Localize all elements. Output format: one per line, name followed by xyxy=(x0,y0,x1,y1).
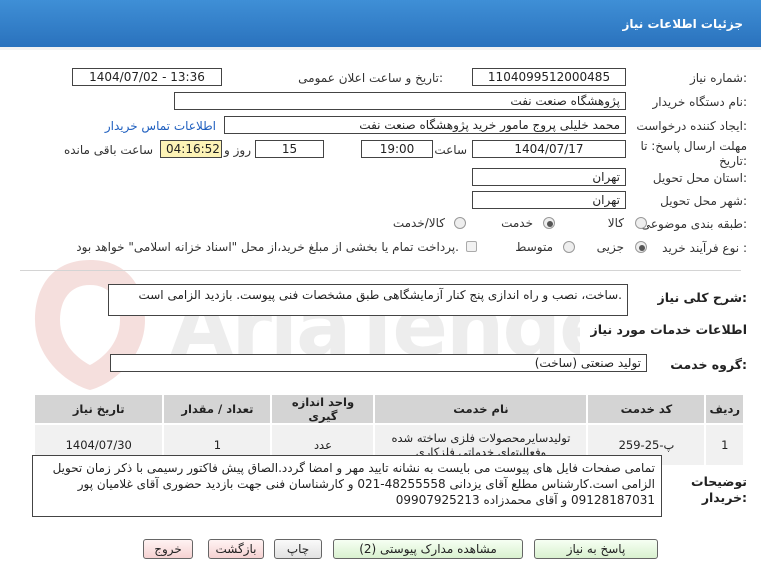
deadline-date-field: 1404/07/17 xyxy=(472,140,626,158)
process-label: نوع فرآیند خرید : xyxy=(662,241,747,255)
need-number-label: شماره نیاز: xyxy=(689,71,747,85)
service-group-label: گروه خدمت: xyxy=(670,357,747,372)
requester-label: ایجاد کننده درخواست: xyxy=(636,119,747,133)
process-minor-radio[interactable] xyxy=(635,241,647,253)
deadline-label: مهلت ارسال پاسخ: تا تاریخ: xyxy=(640,139,747,168)
aria-tender-watermark: AriaTender.neT xyxy=(35,260,580,390)
col-name: نام خدمت xyxy=(373,393,589,425)
page-title: جزئیات اطلاعات نیاز xyxy=(622,17,743,31)
process-medium-radio[interactable] xyxy=(563,241,575,253)
treasury-payment-note: پرداخت تمام یا بخشی از مبلغ خرید،از محل … xyxy=(76,240,459,254)
announce-label: تاریخ و ساعت اعلان عمومی: xyxy=(298,71,443,85)
remaining-time-field: 04:16:52 xyxy=(160,140,222,158)
province-field: تهران xyxy=(472,168,626,186)
city-label: شهر محل تحویل: xyxy=(660,194,747,208)
view-attachments-button[interactable]: مشاهده مدارک پیوستی (2) xyxy=(333,539,523,559)
col-unit: واحد اندازه گیری xyxy=(270,393,376,425)
days-remaining-field: 15 xyxy=(255,140,324,158)
respond-button[interactable]: پاسخ به نیاز xyxy=(534,539,658,559)
city-field: تهران xyxy=(472,191,626,209)
buyer-notes-label: توضیحات خریدار: xyxy=(691,474,747,505)
exit-button[interactable]: خروج xyxy=(143,539,193,559)
remaining-time-label: ساعت باقی مانده xyxy=(63,143,153,157)
category-goods-radio[interactable] xyxy=(635,217,647,229)
category-label: طبقه بندی موضوعی: xyxy=(640,217,747,231)
print-button[interactable]: چاپ xyxy=(274,539,322,559)
buyer-contact-link[interactable]: اطلاعات تماس خریدار xyxy=(105,119,216,133)
days-label: روز و xyxy=(224,143,251,157)
summary-field: ساخت، نصب و راه اندازی پنج کنار آزمایشگا… xyxy=(108,284,628,316)
process-minor-label: جزیی xyxy=(596,240,624,254)
services-section-title: اطلاعات خدمات مورد نیاز xyxy=(590,322,748,337)
requester-field: محمد خلیلی پروج مامور خرید پژوهشگاه صنعت… xyxy=(224,116,626,134)
province-label: استان محل تحویل: xyxy=(652,171,747,185)
service-group-field: تولید صنعتی (ساخت) xyxy=(110,354,647,372)
deadline-time-label: ساعت xyxy=(434,143,467,157)
category-goods-label: کالا xyxy=(607,216,624,230)
category-service-radio[interactable] xyxy=(543,217,555,229)
category-service-label: خدمت xyxy=(501,216,533,230)
buyer-notes-field: تمامی صفحات فایل های پیوست می بایست به ن… xyxy=(32,455,662,517)
table-header-row: ردیف کد خدمت نام خدمت واحد اندازه گیری ت… xyxy=(32,393,745,425)
header-bar: جزئیات اطلاعات نیاز xyxy=(0,0,761,50)
process-medium-label: متوسط xyxy=(515,240,553,254)
buyer-org-field: پژوهشگاه صنعت نفت xyxy=(174,92,626,110)
back-button[interactable]: بازگشت xyxy=(208,539,264,559)
col-code: کد خدمت xyxy=(586,393,707,425)
announce-field: 1404/07/02 - 13:36 xyxy=(72,68,222,86)
col-date: تاریخ نیاز xyxy=(32,393,165,425)
col-qty: تعداد / مقدار xyxy=(162,393,273,425)
need-number-field: 1104099512000485 xyxy=(472,68,626,86)
category-goods-service-radio[interactable] xyxy=(454,217,466,229)
category-goods-service-label: کالا/خدمت xyxy=(392,216,445,230)
buyer-org-label: نام دستگاه خریدار: xyxy=(652,95,748,109)
treasury-payment-checkbox[interactable] xyxy=(466,241,477,252)
col-row: ردیف xyxy=(704,393,745,425)
divider xyxy=(20,270,741,271)
cell-row: 1 xyxy=(704,423,745,467)
deadline-time-field: 19:00 xyxy=(361,140,433,158)
summary-label: شرح کلی نیاز: xyxy=(657,290,748,305)
